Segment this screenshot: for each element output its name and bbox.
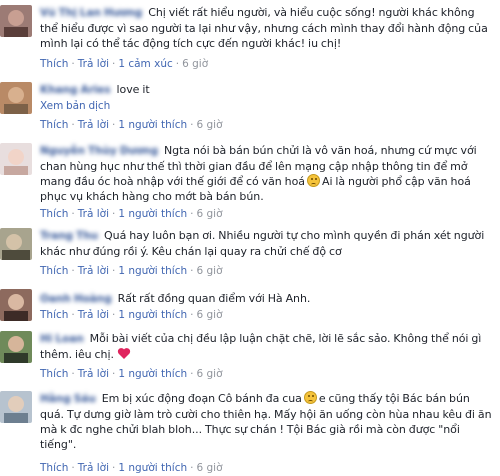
comment-actions: Thích · Trả lời · 1 người thích · 6 giờ	[40, 462, 223, 474]
comment-text: Quá hay luôn bạn ơi. Nhiều người tự cho …	[40, 229, 485, 258]
commenter-name[interactable]: Vũ Thị Lan Hương	[40, 7, 142, 19]
reactions-count[interactable]: 1 người thích	[118, 462, 187, 474]
avatar[interactable]	[0, 82, 32, 114]
timestamp[interactable]: 6 giờ	[196, 368, 222, 380]
like-link[interactable]: Thích	[40, 368, 68, 380]
reactions-count[interactable]: 1 người thích	[118, 208, 187, 220]
comment-actions: Thích · Trả lời · 1 người thích · 6 giờ	[40, 119, 223, 131]
commenter-name[interactable]: Oanh Hoàng	[40, 293, 112, 305]
heart-icon	[117, 347, 131, 364]
comment-body: Trang Thu Quá hay luôn bạn ơi. Nhiều ngư…	[40, 228, 494, 259]
comment-body: Khang Aries love it	[40, 82, 494, 98]
translation-row: Xem bản dịch	[40, 98, 494, 114]
comment-text: love it	[116, 83, 150, 96]
like-link[interactable]: Thích	[40, 119, 68, 131]
comment-text: Em bị xúc động đoạn Cô bánh đa cua	[101, 392, 302, 405]
avatar[interactable]	[0, 331, 32, 363]
comment-actions: Thích · Trả lời · 1 người thích · 6 giờ	[40, 265, 223, 277]
comment-body: Hằng Sáu Em bị xúc động đoạn Cô bánh đa …	[40, 391, 494, 452]
like-link[interactable]: Thích	[40, 58, 68, 70]
reply-link[interactable]: Trả lời	[78, 309, 109, 321]
comment-body: Oanh Hoàng Rất rất đồng quan điểm với Hà…	[40, 291, 494, 307]
comment-body: Hi Loan Mỗi bài viết của chị đều lập luậ…	[40, 331, 494, 364]
comment-text: Rất rất đồng quan điểm với Hà Anh.	[117, 292, 311, 305]
comment-actions: Thích · Trả lời · 1 người thích · 6 giờ	[40, 208, 223, 220]
timestamp[interactable]: 6 giờ	[196, 309, 222, 321]
commenter-name[interactable]: Khang Aries	[40, 84, 111, 96]
reactions-count[interactable]: 1 người thích	[118, 119, 187, 131]
reply-link[interactable]: Trả lời	[78, 119, 109, 131]
sad-face-icon	[303, 391, 317, 404]
timestamp[interactable]: 6 giờ	[196, 265, 222, 277]
comment-body: Vũ Thị Lan Hương Chị viết rất hiểu người…	[40, 5, 494, 51]
timestamp[interactable]: 6 giờ	[196, 208, 222, 220]
like-link[interactable]: Thích	[40, 462, 68, 474]
commenter-name[interactable]: Nguyễn Thùy Dương	[40, 145, 158, 157]
timestamp[interactable]: 6 giờ	[196, 462, 222, 474]
see-translation-link[interactable]: Xem bản dịch	[40, 100, 110, 112]
avatar[interactable]	[0, 143, 32, 175]
reactions-count[interactable]: 1 cảm xúc	[118, 58, 172, 70]
reactions-count[interactable]: 1 người thích	[118, 368, 187, 380]
like-link[interactable]: Thích	[40, 208, 68, 220]
comment-text: Mỗi bài viết của chị đều lập luận chặt c…	[40, 332, 482, 361]
reply-link[interactable]: Trả lời	[78, 265, 109, 277]
comment-actions: Thích · Trả lời · 1 cảm xúc · 6 giờ	[40, 58, 209, 70]
avatar[interactable]	[0, 5, 32, 37]
reply-link[interactable]: Trả lời	[78, 58, 109, 70]
reactions-count[interactable]: 1 người thích	[118, 309, 187, 321]
timestamp[interactable]: 6 giờ	[182, 58, 208, 70]
like-link[interactable]: Thích	[40, 265, 68, 277]
sad-face-icon	[306, 174, 320, 187]
reply-link[interactable]: Trả lời	[78, 368, 109, 380]
reply-link[interactable]: Trả lời	[78, 462, 109, 474]
avatar[interactable]	[0, 289, 32, 321]
comment-actions: Thích · Trả lời · 1 người thích · 6 giờ	[40, 368, 223, 380]
commenter-name[interactable]: Hằng Sáu	[40, 393, 96, 405]
commenter-name[interactable]: Hi Loan	[40, 333, 84, 345]
avatar[interactable]	[0, 228, 32, 260]
commenter-name[interactable]: Trang Thu	[40, 230, 98, 242]
reply-link[interactable]: Trả lời	[78, 208, 109, 220]
timestamp[interactable]: 6 giờ	[196, 119, 222, 131]
avatar[interactable]	[0, 391, 32, 423]
comment-actions: Thích · Trả lời · 1 người thích · 6 giờ	[40, 309, 223, 321]
reactions-count[interactable]: 1 người thích	[118, 265, 187, 277]
comment-body: Nguyễn Thùy Dương Ngta nói bà bán bún ch…	[40, 143, 494, 204]
like-link[interactable]: Thích	[40, 309, 68, 321]
